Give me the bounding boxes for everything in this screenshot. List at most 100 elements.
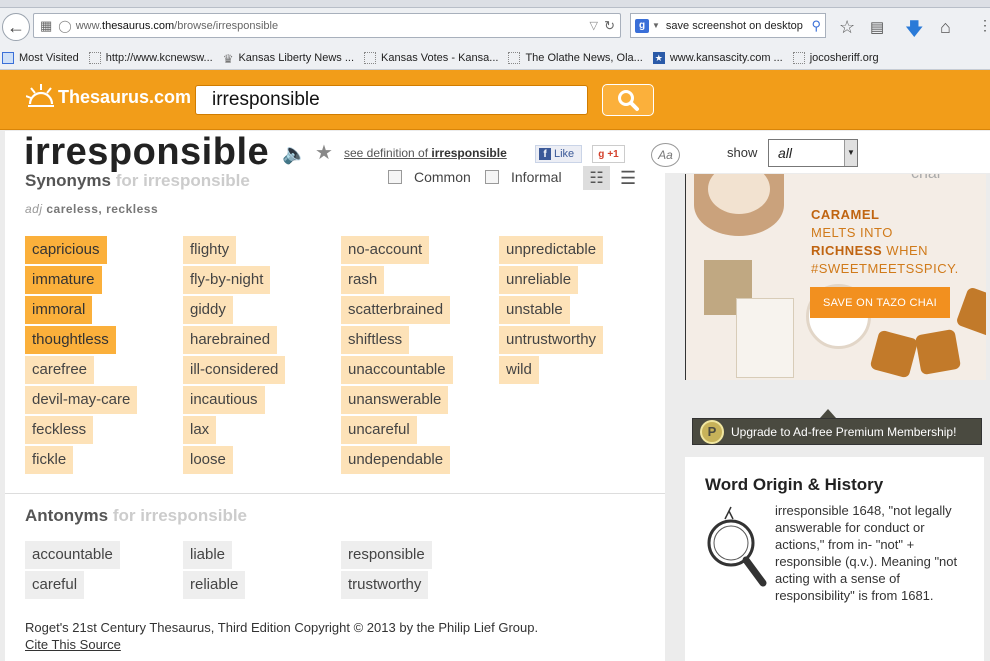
antonym-item[interactable]: careful [25,571,85,599]
premium-badge-icon: P [700,419,724,444]
download-icon[interactable]: 🡇 [905,17,924,47]
main-content: irresponsible 🔈 ★ see definition of irre… [5,131,665,661]
filter-informal[interactable]: Informal [485,169,562,185]
common-checkbox[interactable] [388,170,402,184]
upgrade-label: Upgrade to Ad-free Premium Membership! [731,424,957,439]
synonym-item[interactable]: devil-may-care [25,386,138,414]
upgrade-pointer [820,409,836,418]
favorite-star-icon[interactable]: ★ [315,140,333,165]
site-search-button[interactable] [602,84,654,116]
filter-common[interactable]: Common [388,169,471,185]
font-size-button[interactable]: Aa [651,143,680,167]
advertisement[interactable]: chai CARAMEL MELTS INTO RICHNESS WHEN #S… [685,174,986,380]
antonym-item[interactable]: accountable [25,541,120,569]
synonym-item[interactable]: rash [341,266,385,294]
grid-view-button[interactable]: ☷ [583,166,610,190]
show-label: show [727,145,758,160]
informal-checkbox[interactable] [485,170,499,184]
search-icon[interactable]: ⚲ [811,18,821,34]
synonym-item[interactable]: loose [183,446,233,474]
list-view-button[interactable]: ☰ [620,168,636,189]
see-definition-prefix: see definition of [344,146,429,160]
synonym-item[interactable]: undependable [341,446,451,474]
ad-brand: chai [911,174,940,183]
browser-search-bar[interactable]: g ▼ save screenshot on desktop ⚲ [630,13,826,38]
antonym-item[interactable]: responsible [341,541,432,569]
synonym-item[interactable]: unreliable [499,266,579,294]
synonym-item[interactable]: flighty [183,236,237,264]
synonym-item[interactable]: unaccountable [341,356,453,384]
facebook-like-button[interactable]: f Like [535,145,582,163]
synonym-item[interactable]: scatterbrained [341,296,451,324]
menu-icon[interactable]: ⋮ [978,17,990,34]
bookmark-label: http://www.kcnewsw... [105,51,213,64]
home-icon[interactable]: ⌂ [940,17,951,38]
speaker-icon[interactable]: 🔈 [282,141,307,166]
synonym-item[interactable]: wild [499,356,539,384]
chevron-down-icon: ▼ [844,140,857,166]
url-bar[interactable]: ▦ ◯ www.thesaurus.com/browse/irresponsib… [33,13,621,38]
synonym-item[interactable]: immature [25,266,102,294]
google-plus-button[interactable]: g +1 [592,145,625,163]
back-button[interactable]: ← [2,13,30,41]
bookmarks-menu-icon[interactable]: ▤ [870,18,884,36]
synonym-item[interactable]: incautious [183,386,265,414]
synonym-item[interactable]: unanswerable [341,386,449,414]
bookmark-olathe-news[interactable]: The Olathe News, Ola... [508,51,643,64]
common-label: Common [414,169,471,185]
part-of-speech: adj careless, reckless [25,202,158,216]
bookmarks-toolbar: Most Visited http://www.kcnewsw... ♛ Kans… [0,46,990,70]
synonym-item[interactable]: fickle [25,446,74,474]
gplus-label: +1 [607,148,619,160]
cite-source-link[interactable]: Cite This Source [25,637,121,652]
bookmark-label: The Olathe News, Ola... [525,51,643,64]
ad-line: #SWEETMEETSSPICY. [811,261,959,276]
synonym-item[interactable]: harebrained [183,326,278,354]
antonym-item[interactable]: liable [183,541,233,569]
site-logo[interactable]: Thesaurus.com [26,82,191,112]
synonym-item[interactable]: carefree [25,356,95,384]
grid-view-icon: ☷ [589,170,604,187]
synonym-item[interactable]: thoughtless [25,326,116,354]
synonym-item[interactable]: unstable [499,296,570,324]
synonym-item[interactable]: unpredictable [499,236,604,264]
synonym-item[interactable]: lax [183,416,217,444]
synonym-item[interactable]: uncareful [341,416,417,444]
bookmark-label: Kansas Liberty News ... [238,51,355,64]
synonym-item[interactable]: immoral [25,296,93,324]
site-search-input[interactable]: irresponsible [195,85,588,115]
search-engine-dropdown-icon[interactable]: ▼ [652,21,660,30]
reload-icon[interactable]: ↻ [604,18,615,34]
synonym-item[interactable]: giddy [183,296,233,324]
synonym-item[interactable]: ill-considered [183,356,286,384]
bookmark-most-visited[interactable]: Most Visited [2,51,79,64]
sun-logo-icon [26,84,54,107]
ad-cta-button[interactable]: SAVE ON TAZO CHAI [810,287,950,318]
url-dropdown-icon[interactable]: ▽ [590,19,598,32]
synonym-item[interactable]: untrustworthy [499,326,604,354]
see-definition-word: irresponsible [431,146,507,160]
bookmark-kansas-liberty[interactable]: ♛ Kansas Liberty News ... [223,51,355,66]
ad-text: CARAMEL MELTS INTO RICHNESS WHEN #SWEETM… [811,206,959,278]
site-header: Thesaurus.com irresponsible [0,70,990,130]
browser-search-text: save screenshot on desktop [665,19,803,32]
synonym-item[interactable]: shiftless [341,326,410,354]
bookmark-jocosheriff[interactable]: jocosheriff.org [792,51,879,64]
bookmark-star-icon[interactable]: ☆ [839,17,855,38]
synonym-item[interactable]: fly-by-night [183,266,271,294]
antonym-item[interactable]: reliable [183,571,246,599]
bookmark-kansas-votes[interactable]: Kansas Votes - Kansa... [364,51,498,64]
antonym-item[interactable]: trustworthy [341,571,429,599]
show-select[interactable]: all ▼ [768,139,858,167]
google-icon[interactable]: g [635,18,649,33]
synonym-item[interactable]: feckless [25,416,94,444]
antonyms-heading: Antonyms for irresponsible [25,506,247,526]
ad-caramel-image [914,328,962,376]
synonym-item[interactable]: capricious [25,236,107,264]
bookmark-kcnewsw[interactable]: http://www.kcnewsw... [88,51,213,64]
star-icon: ★ [652,51,665,64]
see-definition-link[interactable]: see definition of irresponsible [344,146,507,160]
synonym-item[interactable]: no-account [341,236,430,264]
upgrade-button[interactable]: P Upgrade to Ad-free Premium Membership! [692,418,982,445]
bookmark-kansascity[interactable]: ★ www.kansascity.com ... [652,51,783,64]
